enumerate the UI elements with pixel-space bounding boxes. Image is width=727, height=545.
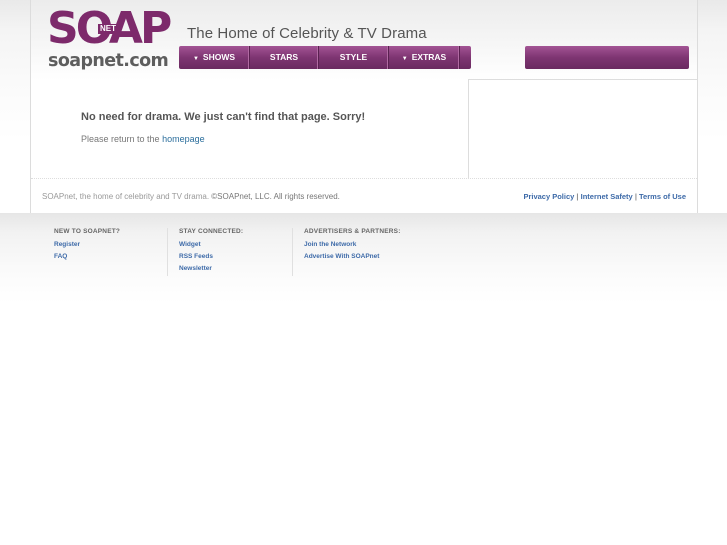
error-message-prefix: Please return to the: [81, 134, 163, 144]
link-separator: |: [576, 192, 579, 201]
sidebar-box: [468, 79, 697, 178]
footer-column-separator: [167, 228, 168, 276]
legal-links: Privacy Policy | Internet Safety | Terms…: [523, 191, 686, 202]
nav-item-stars[interactable]: STARS: [250, 46, 319, 69]
nav-item-label: SHOWS: [202, 52, 236, 62]
link-separator: |: [634, 192, 637, 201]
main-nav: ▼ SHOWS STARS STYLE ▼ EXTRAS: [179, 46, 471, 69]
copyright-tagline: SOAPnet, the home of celebrity and TV dr…: [42, 192, 212, 201]
error-message: Please return to the homepage: [81, 133, 205, 145]
site-tagline: The Home of Celebrity & TV Drama: [187, 25, 427, 42]
faq-link[interactable]: FAQ: [54, 251, 120, 263]
copyright-notice: ©SOAPnet, LLC. All rights reserved.: [211, 192, 340, 201]
footer-column-heading: STAY CONNECTED:: [179, 228, 244, 235]
terms-of-use-link[interactable]: Terms of Use: [639, 192, 686, 201]
privacy-policy-link[interactable]: Privacy Policy: [523, 192, 574, 201]
newsletter-link[interactable]: Newsletter: [179, 263, 243, 275]
main-container: SOAP NET soapnet.com The Home of Celebri…: [30, 0, 698, 213]
footer-divider: [31, 178, 697, 179]
nav-end-cap: [460, 46, 471, 69]
nav-item-label: STYLE: [339, 52, 368, 62]
join-network-link[interactable]: Join the Network: [304, 239, 401, 251]
footer-column-heading: ADVERTISERS & PARTNERS:: [304, 228, 401, 235]
widget-link[interactable]: Widget: [179, 239, 243, 251]
homepage-link[interactable]: homepage: [162, 134, 205, 144]
nav-item-label: EXTRAS: [411, 52, 447, 62]
rss-feeds-link[interactable]: RSS Feeds: [179, 251, 243, 263]
nav-item-style[interactable]: STYLE: [319, 46, 389, 69]
dropdown-arrow-icon: ▼: [401, 56, 408, 62]
logo-domain-text: soapnet.com: [48, 51, 169, 71]
nav-item-label: STARS: [269, 52, 299, 62]
logo-net-badge: NET: [98, 24, 118, 34]
search-bar[interactable]: [525, 46, 689, 69]
soapnet-logo[interactable]: SOAP NET soapnet.com: [47, 4, 172, 76]
nav-item-shows[interactable]: ▼ SHOWS: [179, 46, 250, 69]
footer-column-new: NEW TO SOAPNET? Register FAQ: [54, 227, 120, 263]
dropdown-arrow-icon: ▼: [192, 56, 199, 62]
register-link[interactable]: Register: [54, 239, 120, 251]
nav-item-extras[interactable]: ▼ EXTRAS: [389, 46, 460, 69]
error-heading: No need for drama. We just can't find th…: [81, 111, 366, 123]
footer-column-separator: [292, 228, 293, 276]
advertise-link[interactable]: Advertise With SOAPnet: [304, 251, 401, 263]
footer-column-advertisers: ADVERTISERS & PARTNERS: Join the Network…: [304, 227, 401, 263]
copyright-text: SOAPnet, the home of celebrity and TV dr…: [42, 191, 340, 202]
footer-column-connected: STAY CONNECTED: Widget RSS Feeds Newslet…: [179, 227, 243, 275]
internet-safety-link[interactable]: Internet Safety: [581, 192, 633, 201]
footer-column-heading: NEW TO SOAPNET?: [54, 228, 121, 235]
